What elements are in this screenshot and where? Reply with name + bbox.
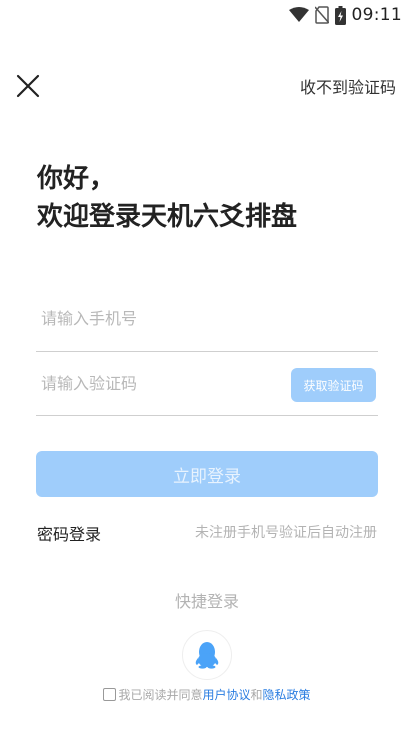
wifi-icon [288,7,309,22]
register-hint: 未注册手机号验证后自动注册 [195,525,377,541]
agreement-prefix: 我已阅读并同意 [118,688,203,702]
phone-field [36,298,378,352]
agree-checkbox[interactable] [103,688,117,701]
privacy-policy-link[interactable]: 隐私政策 [263,686,311,703]
login-button[interactable]: 立即登录 [36,451,378,497]
close-button[interactable] [14,72,42,100]
no-sim-icon [314,6,329,24]
user-agreement-link[interactable]: 用户协议 [202,686,250,703]
battery-charging-icon [334,5,346,25]
status-time: 09:11 [351,5,402,25]
status-bar: 09:11 [0,0,414,30]
verification-code-field: 获取验证码 [36,363,378,416]
get-code-button[interactable]: 获取验证码 [291,368,376,402]
qq-penguin-icon [195,642,219,669]
agreement-and: 和 [250,688,263,702]
no-code-help-link[interactable]: 收不到验证码 [300,74,396,98]
verification-code-input[interactable] [36,363,271,403]
password-login-link[interactable]: 密码登录 [37,521,101,545]
agreement-row: 我已阅读并同意 用户协议 和 隐私政策 [0,686,414,703]
status-icons: 09:11 [288,5,403,25]
greeting-title: 你好， 欢迎登录天机六爻排盘 [37,160,297,236]
greeting-line-2: 欢迎登录天机六爻排盘 [37,202,298,232]
phone-input[interactable] [36,298,271,338]
qq-login-button[interactable] [182,630,232,680]
quick-login-label: 快捷登录 [174,592,239,611]
greeting-line-1: 你好， [37,164,116,194]
close-icon [16,74,40,98]
